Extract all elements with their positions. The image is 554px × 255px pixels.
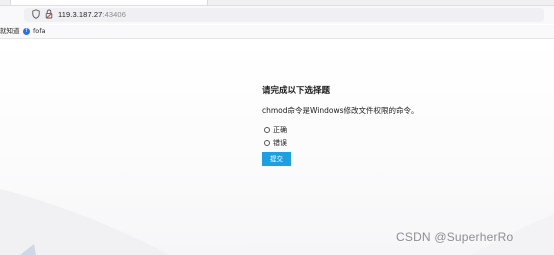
shield-icon[interactable] <box>32 9 40 19</box>
option-wrong[interactable]: 错误 <box>264 137 287 149</box>
radio-wrong[interactable] <box>264 140 270 146</box>
question-text: chmod命令是Windows修改文件权限的命令。 <box>262 106 419 115</box>
url-port: :43406 <box>102 10 126 19</box>
url-text[interactable]: 119.3.187.27:43406 <box>58 8 126 21</box>
bookmarks-bar <box>0 25 554 39</box>
submit-button[interactable]: 提交 <box>262 152 291 166</box>
fofa-icon: f <box>23 28 30 35</box>
option-correct-label: 正确 <box>273 126 287 134</box>
option-wrong-label: 错误 <box>273 139 287 147</box>
radio-correct[interactable] <box>264 127 270 133</box>
bookmark-fofa-label: fofa <box>33 27 46 35</box>
browser-tab[interactable] <box>10 0 208 5</box>
bookmark-fofa[interactable]: f fofa <box>23 27 46 36</box>
lock-icon[interactable] <box>45 9 53 19</box>
bookmark-item[interactable]: 就知道 <box>0 27 20 36</box>
url-host: 119.3.187.27 <box>58 10 103 19</box>
watermark: CSDN @SuperherRo <box>396 230 514 244</box>
option-correct[interactable]: 正确 <box>264 124 287 136</box>
quiz-title: 请完成以下选择题 <box>262 86 331 96</box>
